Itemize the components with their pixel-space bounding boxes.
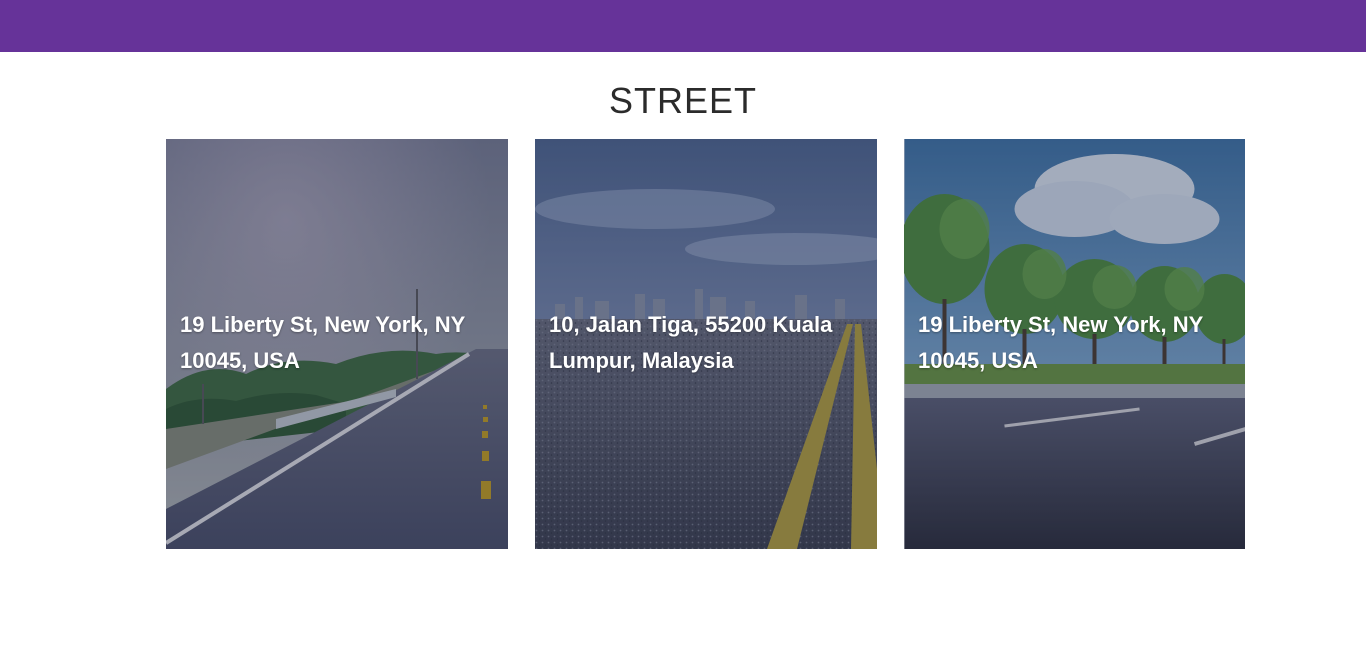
street-card-1[interactable]: 19 Liberty St, New York, NY 10045, USA <box>166 139 508 549</box>
street-card-2[interactable]: 10, Jalan Tiga, 55200 Kuala Lumpur, Mala… <box>535 139 877 549</box>
section-title: STREET <box>608 80 757 121</box>
street-cards: 19 Liberty St, New York, NY 10045, USA 1… <box>166 139 1245 549</box>
street-card-3[interactable]: 19 Liberty St, New York, NY 10045, USA <box>904 139 1245 549</box>
card-address: 19 Liberty St, New York, NY 10045, USA <box>180 312 465 373</box>
card-address: 19 Liberty St, New York, NY 10045, USA <box>918 312 1203 373</box>
card-address: 10, Jalan Tiga, 55200 Kuala Lumpur, Mala… <box>549 312 833 373</box>
top-header-bar <box>0 0 1366 52</box>
